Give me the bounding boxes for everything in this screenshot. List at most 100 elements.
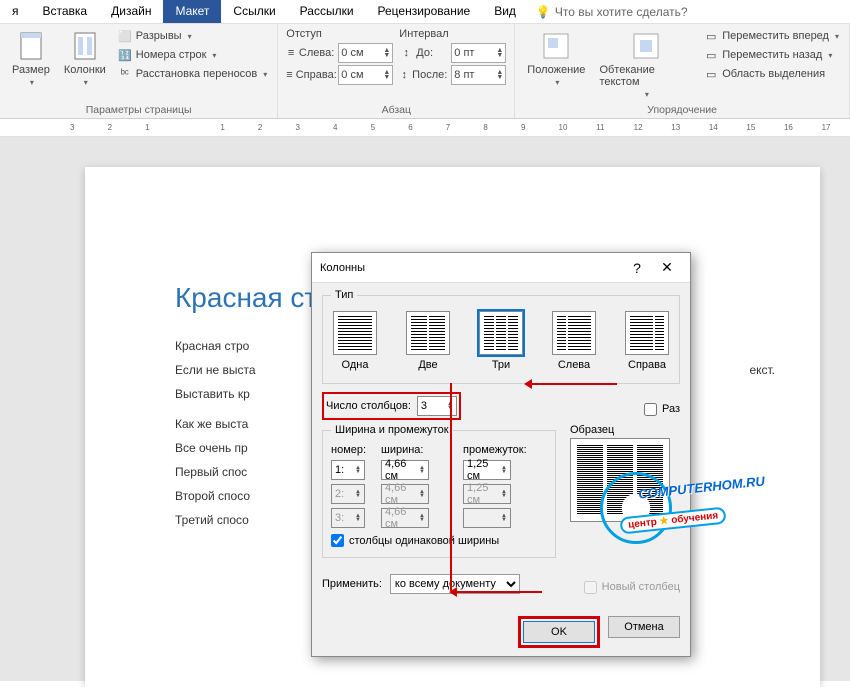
group-title-paragraph: Абзац bbox=[286, 102, 506, 118]
spacing-after-input[interactable]: 8 пт▲▼ bbox=[451, 65, 506, 85]
spacing-after-label: ↕После: bbox=[399, 68, 447, 82]
indent-right-label: ≡Справа: bbox=[286, 68, 334, 82]
group-page-setup: Размер▾ Колонки▾ ⬜Разрывы▾ 🔢Номера строк… bbox=[0, 24, 278, 118]
indent-left-label: ≡Слева: bbox=[286, 46, 334, 60]
columns-button[interactable]: Колонки▾ bbox=[60, 28, 110, 102]
bring-forward-button[interactable]: ▭Переместить вперед▾ bbox=[702, 28, 841, 44]
position-icon bbox=[540, 30, 572, 62]
menu-bar: я Вставка Дизайн Макет Ссылки Рассылки Р… bbox=[0, 0, 850, 24]
tell-me-label: Что вы хотите сделать? bbox=[555, 5, 688, 19]
type-fieldset: Тип Одна Две Три Слева Справа bbox=[322, 289, 680, 384]
new-column-checkbox: Новый столбец bbox=[584, 581, 680, 594]
hyphenation-button[interactable]: ᵇᶜРасстановка переносов▾ bbox=[116, 66, 270, 82]
cancel-button[interactable]: Отмена bbox=[608, 616, 680, 638]
tab-layout[interactable]: Макет bbox=[163, 0, 221, 23]
hdr-width: ширина: bbox=[381, 444, 453, 456]
indent-right-input[interactable]: 0 см▲▼ bbox=[338, 65, 393, 85]
breaks-label: Разрывы bbox=[136, 30, 182, 42]
dialog-help-button[interactable]: ? bbox=[622, 260, 652, 276]
new-column-label: Новый столбец bbox=[602, 581, 680, 593]
tab-review[interactable]: Рецензирование bbox=[366, 0, 483, 23]
wrap-label: Обтекание текстом bbox=[599, 64, 692, 88]
preset-three-label: Три bbox=[492, 359, 510, 371]
wrap-button[interactable]: Обтекание текстом▾ bbox=[595, 28, 696, 102]
equal-width-label: столбцы одинаковой ширины bbox=[349, 535, 499, 547]
dialog-close-button[interactable]: ✕ bbox=[652, 259, 682, 276]
tab-references[interactable]: Ссылки bbox=[221, 0, 287, 23]
tab-ya[interactable]: я bbox=[0, 0, 31, 23]
breaks-icon: ⬜ bbox=[118, 29, 132, 43]
group-paragraph: Отступ ≡Слева: 0 см▲▼ ≡Справа: 0 см▲▼ Инте… bbox=[278, 24, 515, 118]
tab-insert[interactable]: Вставка bbox=[31, 0, 100, 23]
size-button[interactable]: Размер▾ bbox=[8, 28, 54, 102]
spacing-before-label: ↕До: bbox=[399, 46, 447, 60]
group-arrange: Положение▾ Обтекание текстом▾ ▭Перемести… bbox=[515, 24, 850, 118]
spacing-before-input[interactable]: 0 пт▲▼ bbox=[451, 43, 506, 63]
dialog-titlebar: Колонны ? ✕ bbox=[312, 253, 690, 283]
hdr-num: номер: bbox=[331, 444, 371, 456]
horizontal-ruler[interactable]: 3211234567891011121314151617 bbox=[0, 119, 850, 137]
preset-left[interactable]: Слева bbox=[550, 309, 598, 373]
spacing-after-icon: ↕ bbox=[399, 68, 409, 82]
preset-left-label: Слева bbox=[558, 359, 590, 371]
columns-dialog: Колонны ? ✕ Тип Одна Две Три Слева Справ… bbox=[311, 252, 691, 657]
page-size-icon bbox=[15, 30, 47, 62]
preset-two[interactable]: Две bbox=[404, 309, 452, 373]
send-backward-label: Переместить назад bbox=[722, 49, 822, 61]
row2-gap: 1,25 см▲▼ bbox=[463, 484, 511, 504]
hyphenation-label: Расстановка переносов bbox=[136, 68, 257, 80]
apply-label: Применить: bbox=[322, 578, 382, 590]
tell-me[interactable]: 💡 Что вы хотите сделать? bbox=[528, 0, 696, 23]
line-numbers-label: Номера строк bbox=[136, 49, 207, 61]
breaks-button[interactable]: ⬜Разрывы▾ bbox=[116, 28, 270, 44]
sample-label: Образец bbox=[570, 424, 680, 436]
tab-view[interactable]: Вид bbox=[482, 0, 528, 23]
annotation-vline bbox=[450, 383, 452, 591]
selection-pane-button[interactable]: ▭Область выделения bbox=[702, 66, 841, 82]
spacing-heading: Интервал bbox=[399, 28, 506, 40]
row3-width: 4,66 см▲▼ bbox=[381, 508, 429, 528]
annotation-arrow-numcols bbox=[527, 383, 617, 385]
line-numbers-button[interactable]: 🔢Номера строк▾ bbox=[116, 47, 270, 63]
tab-mailings[interactable]: Рассылки bbox=[288, 0, 366, 23]
annotation-arrow-ok bbox=[452, 591, 542, 593]
row3-gap: ▲▼ bbox=[463, 508, 511, 528]
spacing-before-icon: ↕ bbox=[399, 46, 413, 60]
dialog-title: Колонны bbox=[320, 262, 622, 274]
hyphenation-icon: ᵇᶜ bbox=[118, 67, 132, 81]
hdr-gap: промежуток: bbox=[463, 444, 535, 456]
send-backward-button[interactable]: ▭Переместить назад▾ bbox=[702, 47, 841, 63]
preset-two-label: Две bbox=[418, 359, 437, 371]
tab-design[interactable]: Дизайн bbox=[99, 0, 163, 23]
columns-label: Колонки bbox=[64, 64, 106, 76]
selection-pane-icon: ▭ bbox=[704, 67, 718, 81]
indent-left-input[interactable]: 0 см▲▼ bbox=[338, 43, 393, 63]
row1-num[interactable]: 1:▲▼ bbox=[331, 460, 365, 480]
row1-width[interactable]: 4,66 см▲▼ bbox=[381, 460, 429, 480]
preset-right[interactable]: Справа bbox=[623, 309, 671, 373]
divider-label: Раз bbox=[662, 403, 680, 415]
row1-gap[interactable]: 1,25 см▲▼ bbox=[463, 460, 511, 480]
ok-button[interactable]: OK bbox=[523, 621, 595, 643]
position-button[interactable]: Положение▾ bbox=[523, 28, 589, 102]
width-legend: Ширина и промежуток bbox=[331, 424, 453, 436]
sample-preview bbox=[570, 438, 670, 522]
num-columns-label: Число столбцов: bbox=[326, 400, 411, 412]
send-backward-icon: ▭ bbox=[704, 48, 718, 62]
columns-icon bbox=[69, 30, 101, 62]
size-label: Размер bbox=[12, 64, 50, 76]
preset-three[interactable]: Три bbox=[477, 309, 525, 373]
divider-checkbox[interactable]: Раз bbox=[644, 403, 680, 416]
equal-width-checkbox[interactable]: столбцы одинаковой ширины bbox=[331, 534, 547, 547]
row2-width: 4,66 см▲▼ bbox=[381, 484, 429, 504]
indent-right-icon: ≡ bbox=[286, 68, 292, 82]
document-canvas: Красная строка в Microsoft Word 2016 Кра… bbox=[0, 137, 850, 681]
indent-heading: Отступ bbox=[286, 28, 393, 40]
preset-right-label: Справа bbox=[628, 359, 666, 371]
preset-one-label: Одна bbox=[342, 359, 369, 371]
bring-forward-label: Переместить вперед bbox=[722, 30, 829, 42]
line-numbers-icon: 🔢 bbox=[118, 48, 132, 62]
group-title-arrange: Упорядочение bbox=[523, 102, 841, 118]
ribbon: Размер▾ Колонки▾ ⬜Разрывы▾ 🔢Номера строк… bbox=[0, 24, 850, 119]
preset-one[interactable]: Одна bbox=[331, 309, 379, 373]
